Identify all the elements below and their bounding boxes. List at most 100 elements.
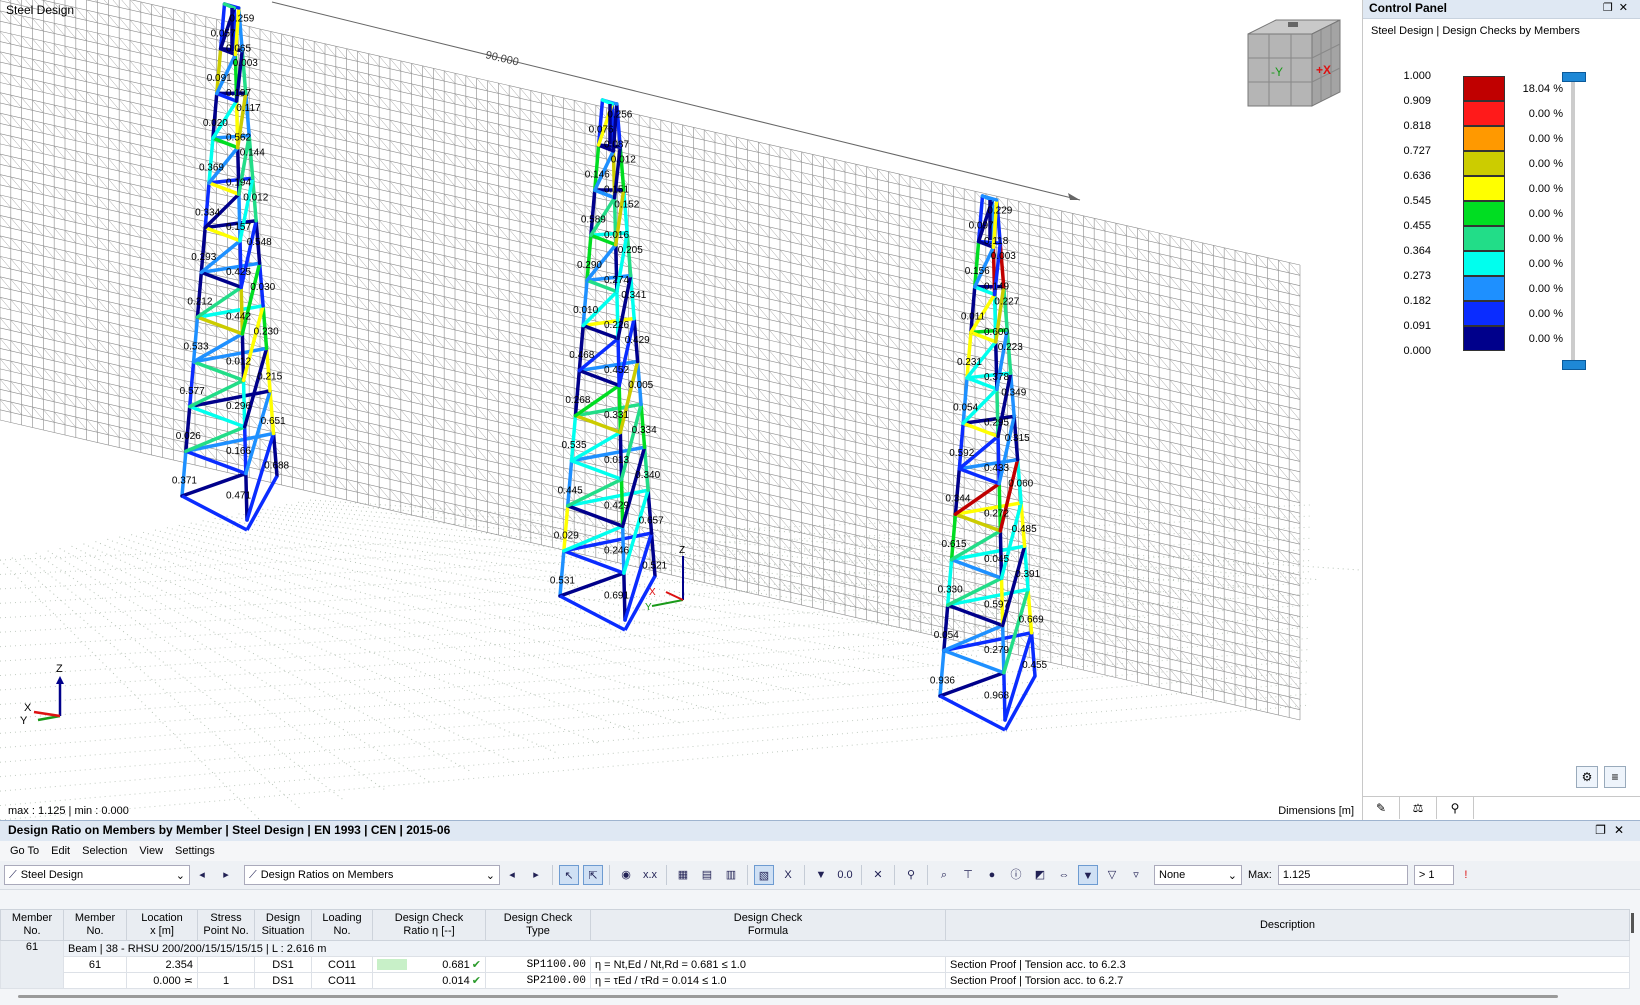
col-loading[interactable]: LoadingNo. <box>312 910 373 941</box>
tower-ratio-label: 0.548 <box>247 237 272 248</box>
info-icon[interactable]: ⓘ <box>1006 865 1026 885</box>
tower-ratio-label: 0.097 <box>969 221 994 232</box>
tower-member <box>197 272 201 317</box>
select-member-icon[interactable]: ↖ <box>559 865 579 885</box>
table-row[interactable]: 61 2.354 DS1 CO11 0.681✔ SP1100.00 η = N… <box>1 957 1630 973</box>
menu-settings[interactable]: Settings <box>175 845 215 857</box>
table-rows-icon[interactable]: ▥ <box>721 865 741 885</box>
legend-percent: 0.00 % <box>1513 283 1563 295</box>
export-excel-icon[interactable]: X <box>778 865 798 885</box>
search-icon[interactable]: ⚲ <box>901 865 921 885</box>
tower-ratio-label: 0.445 <box>558 485 583 496</box>
max-label: Max: <box>1248 869 1272 881</box>
member-icon[interactable]: ⇔ <box>1054 865 1074 885</box>
filter-edit-icon[interactable]: ▿ <box>1126 865 1146 885</box>
tower-member <box>568 461 572 506</box>
table-row[interactable]: 0.000 ≍ 1 DS1 CO11 0.014✔ SP2100.00 η = … <box>1 973 1630 989</box>
max-input[interactable]: 1.125 <box>1278 865 1408 885</box>
tower-ratio-label: 0.577 <box>180 386 205 397</box>
slider-top-handle[interactable] <box>1562 72 1586 82</box>
table-close-icon[interactable]: ✕ <box>1614 823 1632 837</box>
prev-result-icon[interactable]: ◂ <box>502 865 522 885</box>
tower-ratio-label: 0.156 <box>965 266 990 277</box>
legend-settings-icon[interactable]: ⚙ <box>1576 766 1598 788</box>
check-ok-icon: ✔ <box>472 959 481 971</box>
view-results-icon[interactable]: ◉ <box>616 865 636 885</box>
filter-active-icon[interactable]: ▼ <box>1078 865 1098 885</box>
cell-type: SP2100.00 <box>486 973 591 989</box>
col-check-type[interactable]: Design CheckType <box>486 910 591 941</box>
col-member-no[interactable]: MemberNo. <box>1 910 64 941</box>
cell-stress-point <box>198 957 255 973</box>
section-icon[interactable]: ⊤ <box>958 865 978 885</box>
col-description[interactable]: Description <box>946 910 1630 941</box>
tower-ratio-label: 0.369 <box>199 163 224 174</box>
tower-ratio-label: 0.194 <box>226 177 251 188</box>
tab-balance-icon[interactable]: ⚖ <box>1400 797 1437 819</box>
menu-view[interactable]: View <box>139 845 163 857</box>
legend-percent: 18.04 % <box>1513 83 1563 95</box>
select-multi-icon[interactable]: ⇱ <box>583 865 603 885</box>
table-restore-icon[interactable]: ❐ <box>1595 823 1614 837</box>
tower-ratio-label: 0.012 <box>243 192 268 203</box>
legend-scale-icon[interactable]: ≡ <box>1604 766 1626 788</box>
tower-ratio-label: 0.425 <box>226 267 251 278</box>
color-icon[interactable]: ● <box>982 865 1002 885</box>
tower-ratio-label: 0.293 <box>191 252 216 263</box>
legend-range-slider[interactable] <box>1571 76 1575 364</box>
table-group-row[interactable]: 61 Beam | 38 - RHSU 200/200/15/15/15/15 … <box>1 941 1630 957</box>
tower-ratio-label: 0.010 <box>573 305 598 316</box>
next-module-icon[interactable]: ▸ <box>216 865 236 885</box>
col-design-situation[interactable]: DesignSituation <box>255 910 312 941</box>
table-view-icon[interactable]: ▦ <box>673 865 693 885</box>
legend-percent: 0.00 % <box>1513 258 1563 270</box>
tower-ratio-label: 0.003 <box>233 58 258 69</box>
view-cube[interactable]: -Y +X <box>1236 16 1346 116</box>
tower-ratio-label: 0.371 <box>172 476 197 487</box>
table-layout-icon[interactable]: ▧ <box>754 865 774 885</box>
result-select[interactable]: ⟋ Design Ratios on Members ⌄ <box>244 865 500 885</box>
menu-selection[interactable]: Selection <box>82 845 127 857</box>
table-columns-icon[interactable]: ▤ <box>697 865 717 885</box>
tower-ratio-label: 0.433 <box>984 463 1009 474</box>
value-format-icon[interactable]: x.x <box>640 865 660 885</box>
close-icon[interactable]: ✕ <box>1619 2 1634 14</box>
tower-member <box>267 348 270 391</box>
col-formula[interactable]: Design CheckFormula <box>591 910 946 941</box>
col-member-no-2[interactable]: MemberNo. <box>64 910 127 941</box>
local-x-label: X <box>649 587 656 598</box>
legend-swatch <box>1463 326 1505 351</box>
menu-edit[interactable]: Edit <box>51 845 70 857</box>
filter-remove-icon[interactable]: ▽ <box>1102 865 1122 885</box>
model-scene[interactable]: 90.0000.2590.0570.0650.0030.0910.1970.11… <box>0 0 1362 820</box>
col-stress-point[interactable]: StressPoint No. <box>198 910 255 941</box>
threshold-button[interactable]: > 1 <box>1414 865 1454 885</box>
horizontal-scrollbar[interactable] <box>18 995 1558 998</box>
restore-icon[interactable]: ❐ <box>1603 2 1619 14</box>
legend-value: 0.727 <box>1393 145 1431 157</box>
prev-module-icon[interactable]: ◂ <box>192 865 212 885</box>
legend-row: 0.0910.00 % <box>1363 320 1640 346</box>
chevron-down-icon: ⌄ <box>486 869 495 882</box>
filter-icon[interactable]: ▼ <box>811 865 831 885</box>
filter-select[interactable]: None ⌄ <box>1154 865 1242 885</box>
menu-goto[interactable]: Go To <box>10 845 39 857</box>
slider-bottom-handle[interactable] <box>1562 360 1586 370</box>
clear-selection-icon[interactable]: ✕ <box>868 865 888 885</box>
legend-percent: 0.00 % <box>1513 183 1563 195</box>
3d-viewport[interactable]: 90.0000.2590.0570.0650.0030.0910.1970.11… <box>0 0 1363 820</box>
tower-ratio-label: 0.296 <box>226 401 251 412</box>
next-result-icon[interactable]: ▸ <box>526 865 546 885</box>
zoom-to-icon[interactable]: ⌕ <box>934 865 954 885</box>
vertical-scrollbar[interactable] <box>1631 913 1634 933</box>
tower-ratio-label: 0.274 <box>604 275 629 286</box>
col-ratio[interactable]: Design CheckRatio η [--] <box>373 910 486 941</box>
diagram-icon[interactable]: ◩ <box>1030 865 1050 885</box>
warning-icon[interactable]: ! <box>1456 865 1476 885</box>
module-select[interactable]: ⟋ Steel Design ⌄ <box>4 865 190 885</box>
col-location[interactable]: Locationx [m] <box>127 910 198 941</box>
decimal-icon[interactable]: 0.0 <box>835 865 855 885</box>
tab-filter-icon[interactable]: ⚲ <box>1437 797 1474 819</box>
tab-color-scale-icon[interactable]: ✎ <box>1363 797 1400 819</box>
tower-ratio-label: 0.471 <box>226 491 251 502</box>
